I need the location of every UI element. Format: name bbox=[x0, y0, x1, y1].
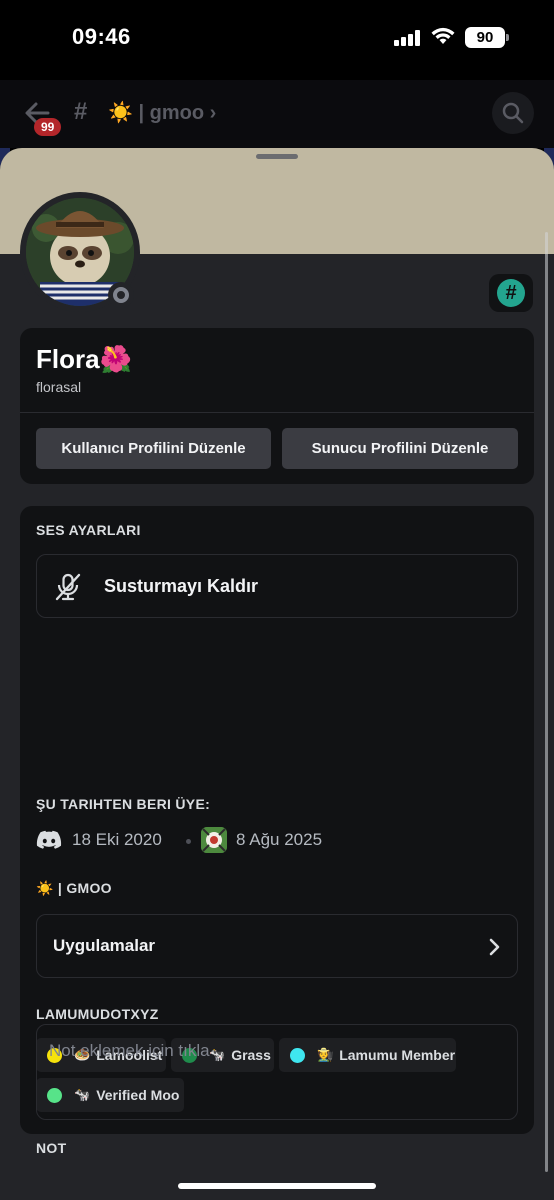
status-bar: 09:46 90 bbox=[0, 0, 554, 80]
battery-indicator: 90 bbox=[465, 27, 509, 48]
search-button[interactable] bbox=[492, 92, 534, 134]
discord-member-since-date: 18 Eki 2020 bbox=[72, 830, 162, 849]
profile-name-card: Flora🌺 florasal Kullanıcı Profilini Düze… bbox=[20, 328, 534, 484]
unmute-label: Susturmayı Kaldır bbox=[104, 576, 259, 596]
note-placeholder: Not eklemek için tıkla bbox=[49, 1041, 210, 1060]
cellular-signal-icon bbox=[394, 30, 420, 46]
apps-label: Uygulamalar bbox=[53, 936, 156, 955]
voice-settings-title: SES AYARLARI bbox=[36, 522, 141, 538]
offline-status-indicator bbox=[108, 282, 134, 308]
home-indicator[interactable] bbox=[178, 1183, 376, 1189]
chevron-right-icon bbox=[489, 938, 500, 956]
search-icon bbox=[502, 102, 524, 124]
edit-user-profile-button[interactable]: Kullanıcı Profilini Düzenle bbox=[36, 428, 271, 469]
discord-icon bbox=[36, 830, 62, 849]
status-time: 09:46 bbox=[72, 24, 131, 49]
channel-hash-icon: # bbox=[74, 98, 88, 125]
wifi-icon bbox=[431, 27, 455, 44]
edit-server-profile-button[interactable]: Sunucu Profilini Düzenle bbox=[282, 428, 518, 469]
server-member-since-date: 8 Ağu 2025 bbox=[236, 830, 323, 849]
note-input[interactable]: Not eklemek için tıkla bbox=[36, 1024, 518, 1120]
sheet-grabber[interactable] bbox=[256, 154, 298, 159]
profile-sheet: # Flora🌺 florasal Kullanıcı Profilini Dü… bbox=[0, 148, 554, 1200]
muted-microphone-icon bbox=[55, 573, 81, 601]
display-name: Flora🌺 bbox=[36, 344, 132, 374]
server-tag-badge[interactable]: # bbox=[489, 274, 533, 312]
note-section-title: NOT bbox=[36, 1140, 67, 1156]
unread-badge: 99 bbox=[34, 118, 62, 136]
hash-icon: # bbox=[497, 279, 525, 307]
divider bbox=[20, 412, 534, 413]
server-section-title: ☀️ | GMOO bbox=[36, 880, 112, 896]
scrollbar[interactable] bbox=[545, 232, 548, 1172]
channel-name[interactable]: ☀️ | gmoo › bbox=[108, 100, 216, 125]
apps-row[interactable]: Uygulamalar bbox=[36, 914, 518, 978]
server-icon bbox=[201, 827, 227, 853]
username: florasal bbox=[36, 379, 82, 395]
background-channel-header: 99 # ☀️ | gmoo › bbox=[0, 80, 554, 148]
member-since-title: ŞU TARIHTEN BERI ÜYE: bbox=[36, 796, 211, 812]
separator-dot bbox=[186, 839, 191, 844]
roles-section-title: LAMUMUDOTXYZ bbox=[36, 1006, 159, 1022]
unmute-button[interactable]: Susturmayı Kaldır bbox=[36, 554, 518, 618]
